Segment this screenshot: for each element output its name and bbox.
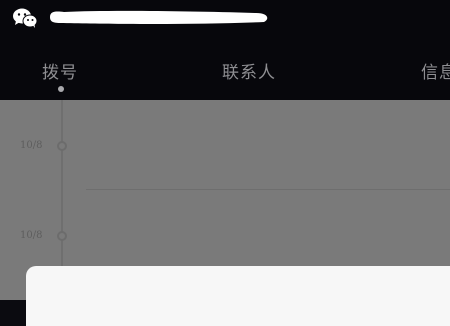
- tab-contacts[interactable]: 联系人: [222, 58, 276, 83]
- call-log-date: 10/8: [20, 230, 43, 241]
- status-bar: [0, 0, 450, 40]
- tab-dial[interactable]: 拨号: [42, 58, 78, 83]
- timeline-node: [57, 231, 67, 241]
- redacted-title: [50, 10, 268, 24]
- bottom-sheet[interactable]: [26, 266, 450, 326]
- call-log-date: 10/8: [20, 140, 43, 151]
- tab-bar: 拨号 联系人 信息: [0, 40, 450, 100]
- timeline-node: [57, 141, 67, 151]
- wechat-icon: [13, 8, 38, 28]
- divider: [86, 189, 450, 190]
- active-tab-indicator: [58, 86, 64, 92]
- tab-messages[interactable]: 信息: [421, 58, 450, 83]
